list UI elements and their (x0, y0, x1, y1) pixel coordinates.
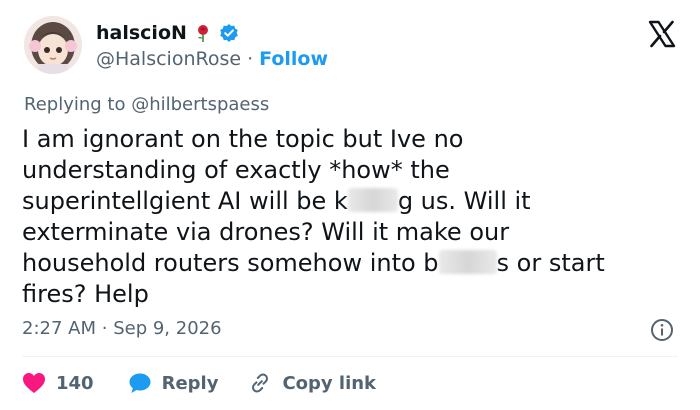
reply-bubble-icon (129, 373, 151, 393)
tweet-time: 2:27 AM (22, 318, 96, 339)
tweet-date: Sep 9, 2026 (113, 318, 222, 339)
link-icon (252, 373, 269, 393)
author-handle[interactable]: @HalscionRose (96, 48, 241, 70)
censored-word-blur (438, 250, 497, 274)
tweet-card: halscioN @HalscionRose · Follow Replying… (0, 0, 700, 410)
verified-icon (219, 23, 239, 43)
info-icon[interactable] (650, 318, 674, 342)
reply-label: Reply (161, 372, 219, 394)
handle-separator: · (247, 48, 254, 70)
replying-handle[interactable]: @hilbertspaess (131, 94, 269, 115)
censored-word-blur (347, 188, 398, 212)
reply-button[interactable]: Reply (128, 372, 219, 394)
replying-to: Replying to @hilbertspaess (24, 94, 269, 115)
replying-prefix: Replying to (24, 94, 126, 115)
heart-icon (23, 373, 45, 393)
avatar[interactable] (24, 16, 82, 74)
tweet-text: I am ignorant on the topic but Ive no un… (22, 124, 662, 310)
tweet-timestamp[interactable]: 2:27 AM · Sep 9, 2026 (22, 318, 222, 339)
like-button[interactable]: 140 (22, 372, 94, 394)
meta-separator: · (101, 318, 108, 339)
author-display-name[interactable]: halscioN (96, 22, 187, 44)
x-logo-icon[interactable] (648, 20, 676, 48)
author-handle-row: @HalscionRose · Follow (96, 48, 328, 70)
like-count: 140 (56, 372, 94, 394)
copy-link-label: Copy link (282, 372, 377, 394)
avatar-image (24, 16, 82, 74)
action-bar: 140 Reply Copy link (22, 368, 376, 398)
rose-icon (193, 23, 213, 43)
author-name-row: halscioN (96, 22, 239, 44)
divider (22, 356, 678, 357)
copy-link-button[interactable]: Copy link (248, 371, 376, 395)
follow-button[interactable]: Follow (259, 48, 328, 70)
